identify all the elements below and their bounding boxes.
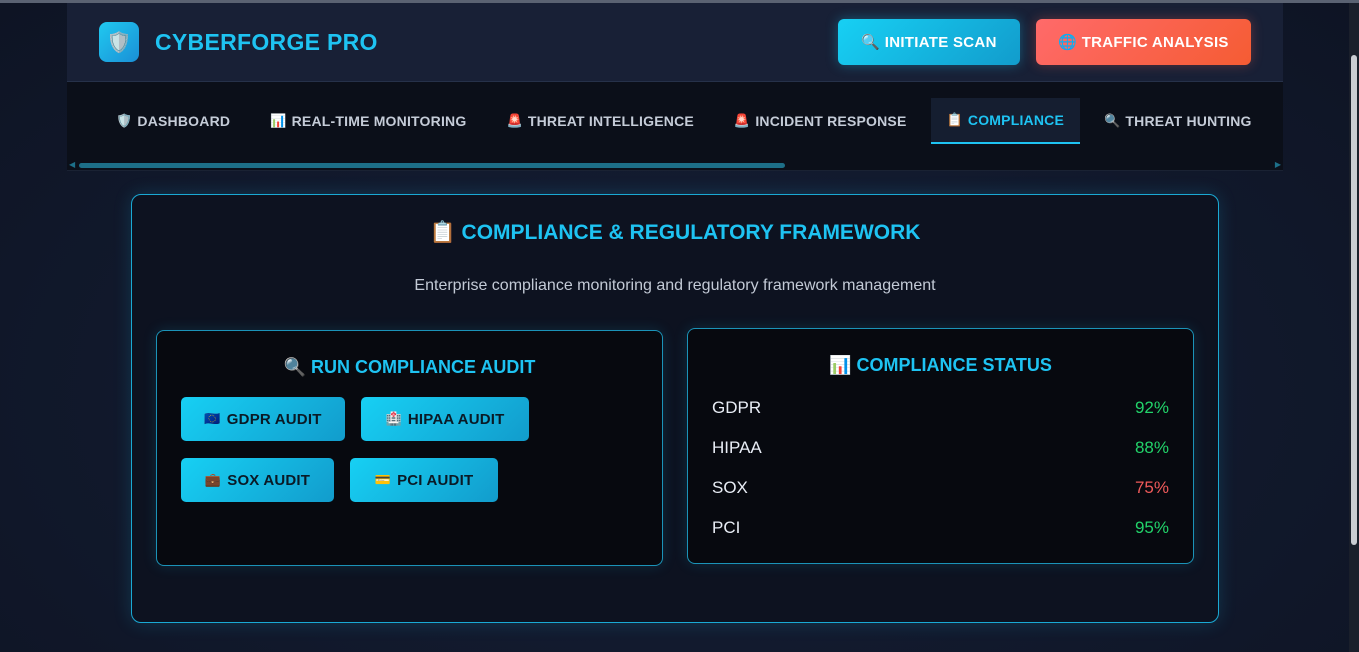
eu-flag-icon: 🇪🇺 bbox=[204, 411, 221, 426]
tab-label: COMPLIANCE bbox=[967, 112, 1065, 128]
panel-subtitle: Enterprise compliance monitoring and reg… bbox=[414, 277, 936, 294]
tab-label: INCIDENT RESPONSE bbox=[755, 113, 907, 129]
pci-audit-button[interactable]: 💳 PCI AUDIT bbox=[350, 458, 498, 502]
shield-icon: 🛡️ bbox=[99, 22, 139, 62]
audit-card-title: 🔍 RUN COMPLIANCE AUDIT bbox=[283, 357, 536, 377]
audit-card: 🔍 RUN COMPLIANCE AUDIT 🇪🇺 GDPR AUDIT 🏥 H… bbox=[156, 330, 663, 566]
tab-incident-response[interactable]: 🚨 INCIDENT RESPONSE bbox=[718, 98, 923, 144]
gdpr-audit-button[interactable]: 🇪🇺 GDPR AUDIT bbox=[181, 397, 345, 441]
panel-title: 📋 COMPLIANCE & REGULATORY FRAMEWORK bbox=[429, 221, 921, 244]
compliance-panel: 📋 COMPLIANCE & REGULATORY FRAMEWORK Ente… bbox=[131, 194, 1219, 623]
tab-real-time-monitoring[interactable]: 📊 REAL-TIME MONITORING bbox=[254, 98, 482, 144]
nav-scrollbar-thumb[interactable] bbox=[79, 163, 785, 168]
framework-score: 92% bbox=[1134, 398, 1169, 417]
framework-score: 95% bbox=[1134, 518, 1169, 537]
scroll-right-icon[interactable]: ▶ bbox=[1275, 160, 1281, 169]
tab-dashboard[interactable]: 🛡️ DASHBOARD bbox=[100, 98, 246, 144]
traffic-analysis-button[interactable]: 🌐 TRAFFIC ANALYSIS bbox=[1036, 19, 1251, 65]
sox-audit-button[interactable]: 💼 SOX AUDIT bbox=[181, 458, 334, 502]
tab-label: REAL-TIME MONITORING bbox=[291, 113, 467, 129]
framework-name: PCI bbox=[712, 518, 741, 537]
clipboard-icon: 📋 bbox=[946, 112, 963, 127]
button-label: GDPR AUDIT bbox=[226, 410, 322, 428]
brand-title: CYBERFORGE PRO bbox=[155, 28, 378, 55]
scroll-left-icon[interactable]: ◀ bbox=[69, 160, 75, 169]
framework-score: 88% bbox=[1134, 438, 1169, 457]
tab-compliance[interactable]: 📋 COMPLIANCE bbox=[930, 98, 1081, 144]
status-row-hipaa: HIPAA 88% bbox=[712, 438, 1169, 458]
briefcase-icon: 💼 bbox=[204, 472, 222, 487]
app-shell: 🛡️ CYBERFORGE PRO 🔍 INITIATE SCAN 🌐 TRAF… bbox=[67, 3, 1283, 171]
page-scrollbar[interactable] bbox=[1349, 3, 1359, 652]
button-label: PCI AUDIT bbox=[397, 471, 474, 489]
framework-name: SOX bbox=[712, 478, 748, 497]
nav-scrollbar[interactable]: ◀ ▶ bbox=[67, 160, 1283, 170]
tab-threat-hunting[interactable]: 🔍 THREAT HUNTING bbox=[1088, 98, 1268, 144]
tab-threat-intelligence[interactable]: 🚨 THREAT INTELLIGENCE bbox=[490, 98, 709, 144]
nav-tabs: 🛡️ DASHBOARD 📊 REAL-TIME MONITORING 🚨 TH… bbox=[100, 98, 1276, 144]
button-label: HIPAA AUDIT bbox=[407, 410, 505, 428]
framework-name: GDPR bbox=[712, 398, 762, 417]
status-card-title: 📊 COMPLIANCE STATUS bbox=[829, 355, 1052, 375]
page-scrollbar-thumb[interactable] bbox=[1351, 55, 1357, 545]
status-row-sox: SOX 75% bbox=[712, 478, 1169, 498]
framework-score: 75% bbox=[1134, 478, 1169, 497]
framework-name: HIPAA bbox=[712, 438, 762, 457]
main-nav: 🛡️ DASHBOARD 📊 REAL-TIME MONITORING 🚨 TH… bbox=[67, 82, 1283, 171]
status-row-gdpr: GDPR 92% bbox=[712, 398, 1169, 418]
hipaa-audit-button[interactable]: 🏥 HIPAA AUDIT bbox=[361, 397, 529, 441]
app-header: 🛡️ CYBERFORGE PRO 🔍 INITIATE SCAN 🌐 TRAF… bbox=[67, 3, 1283, 82]
hospital-icon: 🏥 bbox=[385, 411, 402, 426]
status-row-pci: PCI 95% bbox=[712, 518, 1169, 538]
siren-icon: 🚨 bbox=[506, 113, 523, 128]
siren-icon: 🚨 bbox=[733, 113, 751, 128]
chart-icon: 📊 bbox=[270, 113, 287, 128]
shield-icon: 🛡️ bbox=[116, 113, 133, 128]
credit-card-icon: 💳 bbox=[374, 472, 392, 487]
tab-label: THREAT INTELLIGENCE bbox=[527, 113, 694, 129]
compliance-status-card: 📊 COMPLIANCE STATUS GDPR 92% HIPAA 88% S… bbox=[687, 328, 1194, 564]
button-label: SOX AUDIT bbox=[227, 471, 311, 489]
tab-label: THREAT HUNTING bbox=[1125, 113, 1252, 129]
initiate-scan-button[interactable]: 🔍 INITIATE SCAN bbox=[838, 19, 1020, 65]
tab-label: DASHBOARD bbox=[137, 113, 231, 129]
search-icon: 🔍 bbox=[1104, 113, 1121, 128]
